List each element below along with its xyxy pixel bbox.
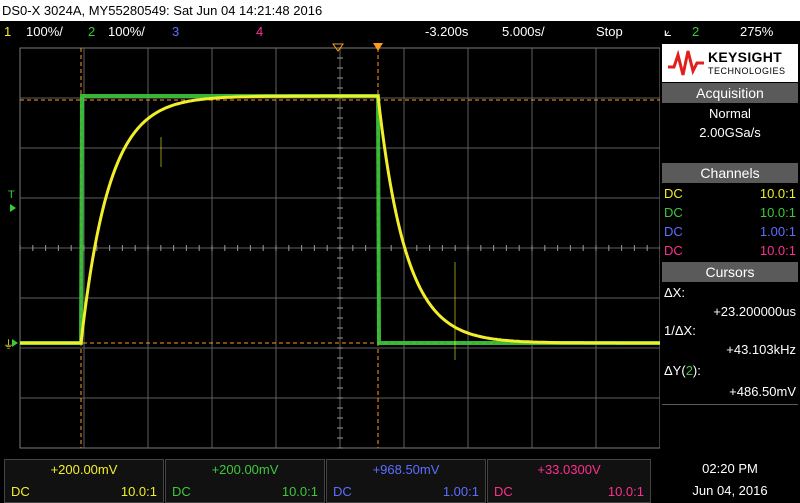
status-bar: 1 100%/ 2 100%/ 3 4 -3.200s 5.000s/ Stop…: [0, 21, 800, 42]
ch2-coupling: DC: [172, 484, 191, 499]
trigger-edge-icon: ⟀: [664, 24, 672, 39]
channels-header: Channels: [662, 163, 798, 183]
keysight-wave-icon: [668, 49, 704, 76]
cursor-dy-label: ΔY(2):: [664, 363, 701, 378]
ch4-offset: +33.0300V: [537, 462, 601, 477]
ch1-scale[interactable]: 100%/: [26, 21, 63, 42]
cursors-header: Cursors: [662, 262, 798, 282]
trigger-level-marker: T: [8, 189, 15, 201]
ch2-info-box[interactable]: +200.00mV DC 10.0:1: [165, 459, 325, 503]
ch4-coupling: DC: [494, 484, 513, 499]
ch2-number[interactable]: 2: [88, 21, 95, 42]
channel-probe: 10.0:1: [759, 205, 796, 220]
cursor-inv-value-row: +43.103kHz: [660, 340, 800, 359]
delay-value[interactable]: -3.200s: [425, 21, 468, 42]
window-title: DS0-X 3024A, MY55280549: Sat Jun 04 14:2…: [2, 3, 323, 18]
ch1-probe: 10.0:1: [120, 484, 157, 499]
timebase-value[interactable]: 5.000s/: [502, 21, 545, 42]
cursor-dy-label-row: ΔY(2):: [660, 361, 800, 380]
channel-coupling: DC: [664, 205, 683, 220]
run-state[interactable]: Stop: [596, 21, 623, 42]
side-panel: KEYSIGHT TECHNOLOGIES Acquisition Normal…: [660, 42, 800, 457]
channel-row-4[interactable]: DC 10.0:1: [660, 241, 800, 260]
title-bar: DS0-X 3024A, MY55280549: Sat Jun 04 14:2…: [0, 0, 800, 21]
cursor-dx-label: ΔX:: [664, 285, 685, 300]
cursor-inv-value: +43.103kHz: [726, 342, 796, 357]
trigger-channel[interactable]: 2: [692, 21, 699, 42]
clock-time: 02:20 PM: [702, 461, 758, 476]
clock: 02:20 PM Jun 04, 2016: [660, 457, 800, 503]
ch3-offset: +968.50mV: [372, 462, 440, 477]
channel-bar: +200.00mV DC 10.0:1 +200.00mV DC 10.0:1 …: [0, 457, 800, 503]
panel-divider: [662, 404, 798, 405]
ch3-number[interactable]: 3: [172, 21, 179, 42]
channel-coupling: DC: [664, 224, 683, 239]
channel-coupling: DC: [664, 186, 683, 201]
ch2-scale[interactable]: 100%/: [108, 21, 145, 42]
ch2-probe: 10.0:1: [281, 484, 318, 499]
ch1-offset: +200.00mV: [50, 462, 118, 477]
cursor-dy-value-row: +486.50mV: [660, 382, 800, 401]
sample-rate: 2.00GSa/s: [699, 125, 761, 140]
ch1-number[interactable]: 1: [4, 21, 11, 42]
ch1-info-box[interactable]: +200.00mV DC 10.0:1: [4, 459, 164, 503]
ch3-info-box[interactable]: +968.50mV DC 1.00:1: [326, 459, 486, 503]
ch3-probe: 1.00:1: [442, 484, 479, 499]
cursor-dy-value: +486.50mV: [729, 384, 796, 399]
channel-coupling: DC: [664, 243, 683, 258]
keysight-logo: KEYSIGHT TECHNOLOGIES: [662, 44, 798, 82]
acquisition-header: Acquisition: [662, 83, 798, 103]
ch3-coupling: DC: [333, 484, 352, 499]
cursor-inv-label: 1/ΔX:: [664, 323, 696, 338]
channel-row-3[interactable]: DC 1.00:1: [660, 222, 800, 241]
ch4-number[interactable]: 4: [256, 21, 263, 42]
clock-date: Jun 04, 2016: [692, 483, 768, 498]
logo-subtitle: TECHNOLOGIES: [708, 66, 786, 76]
channel-probe: 1.00:1: [759, 224, 796, 239]
waveform-display[interactable]: T ⏚: [0, 42, 660, 457]
channel-row-1[interactable]: DC 10.0:1: [660, 184, 800, 203]
trigger-level[interactable]: 275%: [740, 21, 773, 42]
cursor-dx-label-row: ΔX:: [660, 283, 800, 302]
ch4-info-box[interactable]: +33.0300V DC 10.0:1: [487, 459, 651, 503]
ch4-probe: 10.0:1: [607, 484, 644, 499]
channel-row-2[interactable]: DC 10.0:1: [660, 203, 800, 222]
acquisition-mode: Normal: [709, 106, 751, 121]
cursor-inv-label-row: 1/ΔX:: [660, 321, 800, 340]
ch2-offset: +200.00mV: [211, 462, 279, 477]
channel-probe: 10.0:1: [759, 243, 796, 258]
ch1-coupling: DC: [11, 484, 30, 499]
cursor-dx-value-row: +23.200000us: [660, 302, 800, 321]
cursor-dx-value: +23.200000us: [713, 304, 796, 319]
logo-name: KEYSIGHT: [708, 49, 782, 65]
channel-probe: 10.0:1: [759, 186, 796, 201]
